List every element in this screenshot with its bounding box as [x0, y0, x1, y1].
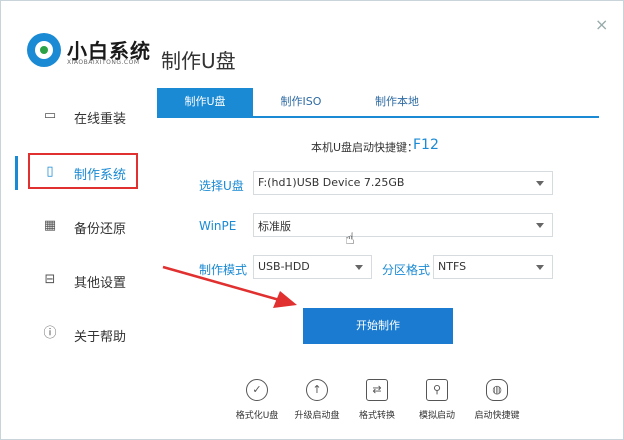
app-window: 小白系统 XIAOBAIXITONG.COM 制作U盘 × ▭ 在线重装 ▯ 制… — [0, 0, 624, 440]
convert-icon: ⇄ — [366, 379, 388, 401]
tool-label: 升级启动盘 — [294, 411, 340, 421]
tool-simulate-boot[interactable]: ⚲ 模拟启动 — [407, 379, 467, 421]
tool-label: 模拟启动 — [418, 411, 455, 421]
start-make-button[interactable]: 开始制作 — [303, 308, 453, 344]
tool-label: 启动快捷键 — [474, 411, 520, 421]
upload-icon: ↑ — [306, 379, 328, 401]
annotation-arrow — [162, 265, 297, 308]
tool-label: 格式化U盘 — [235, 411, 279, 421]
tool-format-convert[interactable]: ⇄ 格式转换 — [347, 379, 407, 421]
tool-label: 格式转换 — [358, 411, 395, 421]
tool-boot-hotkey[interactable]: ◍ 启动快捷键 — [467, 379, 527, 421]
tool-upgrade-boot[interactable]: ↑ 升级启动盘 — [287, 379, 347, 421]
mouse-icon: ◍ — [486, 379, 508, 401]
user-sim-icon: ⚲ — [426, 379, 448, 401]
tool-format-usb[interactable]: ✓ 格式化U盘 — [227, 379, 287, 421]
check-circle-icon: ✓ — [246, 379, 268, 401]
mouse-pointer-icon: ☝ — [345, 229, 355, 248]
